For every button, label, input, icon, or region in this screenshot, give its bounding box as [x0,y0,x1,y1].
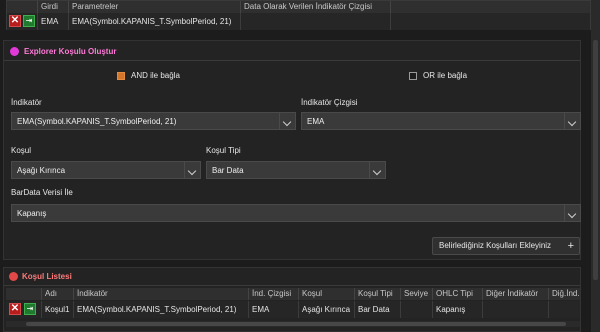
close-icon: ✕ [10,303,20,314]
kosul-select[interactable]: Aşağı Kırınca [11,161,201,179]
indikator-label: İndikatör [11,98,42,107]
grid-cell-cizgi[interactable] [241,13,391,30]
list-cell-indikator[interactable]: EMA(Symbol.KAPANIS_T.SymbolPeriod, 21) [74,301,249,318]
divider [4,285,580,286]
cizgi-value: EMA [307,117,325,126]
list-header-blank [6,288,42,300]
list-cell-ind-cizgisi[interactable]: EMA [249,301,299,318]
grid-header-filler [391,1,590,13]
add-row-icon: ⇥ [26,304,34,313]
grid-header-blank [7,1,38,13]
cizgi-select[interactable]: EMA [301,112,581,130]
delete-row-button[interactable]: ✕ [9,303,21,315]
indikator-select[interactable]: EMA(Symbol.KAPANIS_T.SymbolPeriod, 21) [11,112,296,130]
or-label: OR ile bağla [423,71,468,80]
add-conditions-button[interactable]: Belirlediğiniz Koşulları Ekleyiniz + [432,237,580,255]
vertical-scrollbar[interactable] [591,0,600,332]
list-header-ohlc[interactable]: OHLC Tipi [433,288,483,300]
vertical-scroll-thumb[interactable] [593,40,598,280]
grid-header-cizgi[interactable]: Data Olarak Verilen İndikatör Çizgisi [241,1,391,13]
explorer-panel: Explorer Koşulu Oluştur AND ile bağla OR… [3,40,581,260]
grid-cell-girdi[interactable]: EMA [38,13,69,30]
list-cell-adi[interactable]: Koşul1 [42,301,74,318]
kosul-tipi-select[interactable]: Bar Data [206,161,386,179]
chevron-down-icon[interactable] [564,113,580,129]
horizontal-scroll-thumb[interactable] [26,322,566,326]
bardata-value: Kapanış [17,209,47,218]
chevron-down-icon[interactable] [279,113,295,129]
chevron-down-icon[interactable] [369,162,385,178]
list-header-ind-cizgisi[interactable]: İnd. Çizgisi [249,288,299,300]
kosul-value: Aşağı Kırınca [17,166,66,175]
list-cell-kosul[interactable]: Aşağı Kırınca [299,301,355,318]
close-icon: ✕ [10,15,20,26]
kosul-tipi-label: Koşul Tipi [206,146,241,155]
grid-cell-filler [391,13,590,30]
horizontal-scrollbar[interactable] [6,321,580,327]
section-dot-icon [9,272,18,281]
list-header-kosul[interactable]: Koşul [299,288,355,300]
delete-row-button[interactable]: ✕ [9,15,21,27]
cizgi-label: İndikatör Çizgisi [301,98,358,107]
list-cell-seviye[interactable] [401,301,433,318]
top-input-grid: Girdi Parametreler Data Olarak Verilen İ… [6,0,591,30]
kosul-label: Koşul [11,146,32,155]
divider [4,60,580,61]
add-conditions-label: Belirlediğiniz Koşulları Ekleyiniz [439,241,552,250]
grid-header-girdi[interactable]: Girdi [38,1,69,13]
grid-cell-parametreler[interactable]: EMA(Symbol.KAPANIS_T.SymbolPeriod, 21) [69,13,241,30]
list-title: Koşul Listesi [22,272,72,281]
list-header-adi[interactable]: Adı [42,288,74,300]
add-row-icon: ⇥ [25,16,33,25]
table-row[interactable]: ✕ ⇥ Koşul1 EMA(Symbol.KAPANIS_T.SymbolPe… [6,301,580,318]
list-cell-diger[interactable] [483,301,549,318]
and-checkbox[interactable] [117,72,125,80]
plus-icon: + [567,240,574,252]
section-dot-icon [10,47,19,56]
condition-list-panel: Koşul Listesi Adı İndikatör İnd. Çizgisi… [3,267,581,332]
grid-row-actions: ✕ ⇥ [7,13,38,30]
list-header-dig-ind[interactable]: Diğ.İnd. [549,288,580,300]
and-label: AND ile bağla [131,71,180,80]
list-header-indikator[interactable]: İndikatör [74,288,249,300]
list-header-seviye[interactable]: Seviye [401,288,433,300]
list-row-actions: ✕ ⇥ [6,301,42,318]
bardata-label: BarData Verisi İle [11,188,73,197]
indikator-value: EMA(Symbol.KAPANIS_T.SymbolPeriod, 21) [17,117,177,126]
bardata-select[interactable]: Kapanış [11,204,581,222]
list-cell-ohlc[interactable]: Kapanış [433,301,483,318]
kosul-tipi-value: Bar Data [212,166,244,175]
list-header-diger[interactable]: Diğer İndikatör [483,288,549,300]
grid-header-parametreler[interactable]: Parametreler [69,1,241,13]
chevron-down-icon[interactable] [564,205,580,221]
list-cell-dig-ind[interactable] [549,301,580,318]
add-row-button[interactable]: ⇥ [24,303,36,315]
explorer-title: Explorer Koşulu Oluştur [24,47,117,56]
list-header-kosul-tipi[interactable]: Koşul Tipi [355,288,401,300]
list-cell-kosul-tipi[interactable]: Bar Data [355,301,401,318]
add-row-button[interactable]: ⇥ [23,15,35,27]
list-header-row: Adı İndikatör İnd. Çizgisi Koşul Koşul T… [6,288,580,300]
or-checkbox[interactable] [409,72,417,80]
chevron-down-icon[interactable] [184,162,200,178]
